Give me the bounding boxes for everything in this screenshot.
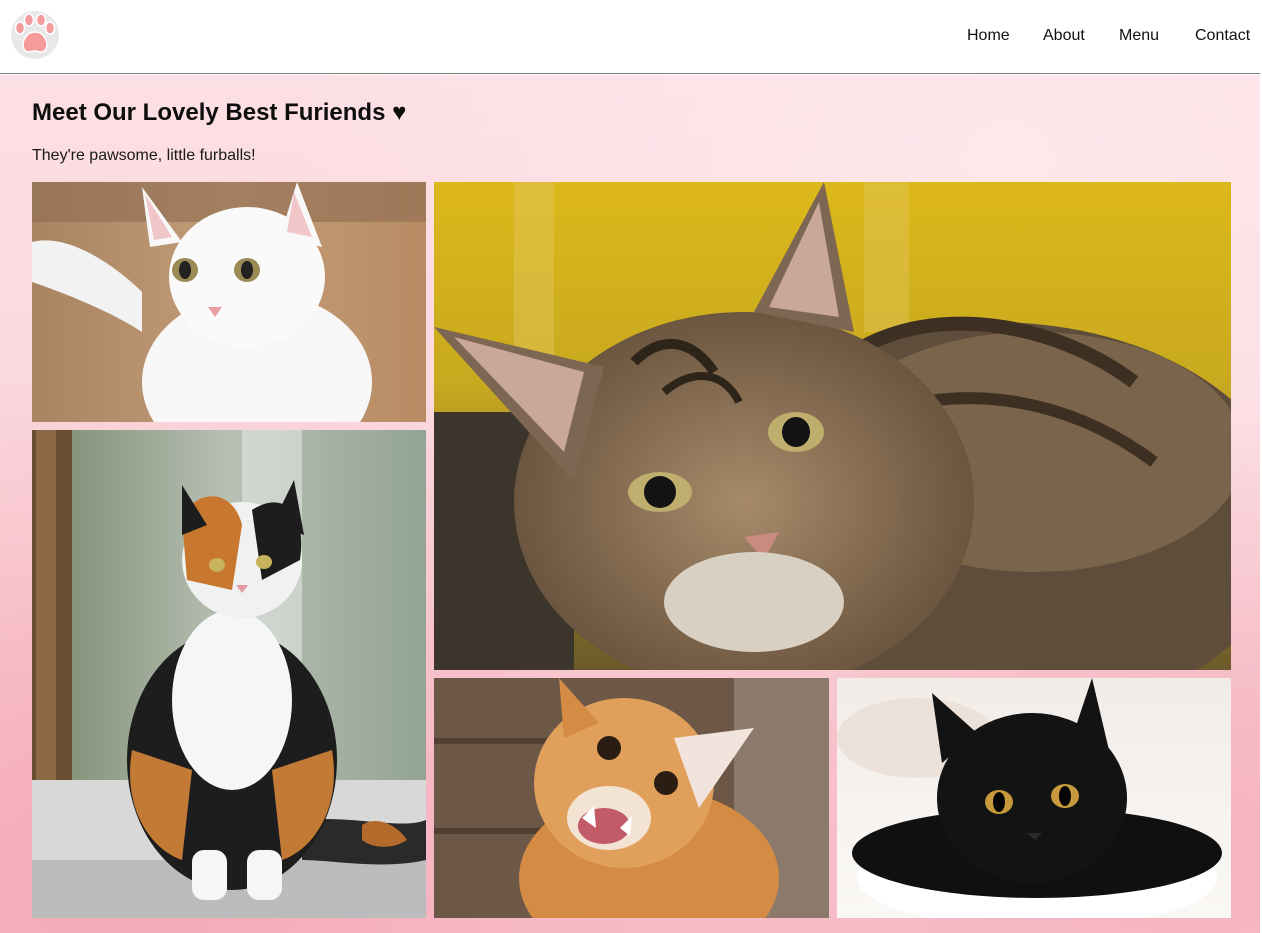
nav-contact-link[interactable]: Contact	[1195, 27, 1250, 45]
page-subtitle: They're pawsome, little furballs!	[32, 147, 256, 164]
paw-logo-icon[interactable]	[10, 10, 60, 60]
page-title: Meet Our Lovely Best Furiends ♥	[32, 99, 407, 126]
navbar: Home About Menu Contact	[0, 0, 1260, 74]
white-cat-photo	[32, 182, 426, 422]
orange-cat-photo	[434, 678, 829, 918]
main-content: Meet Our Lovely Best Furiends ♥ They're …	[0, 75, 1260, 933]
tabby-cat-photo	[434, 182, 1231, 670]
nav-menu-link[interactable]: Menu	[1119, 27, 1159, 45]
nav-home-link[interactable]: Home	[967, 27, 1010, 45]
black-cat-photo	[837, 678, 1231, 918]
calico-cat-photo	[32, 430, 426, 918]
nav-about-link[interactable]: About	[1043, 27, 1085, 45]
